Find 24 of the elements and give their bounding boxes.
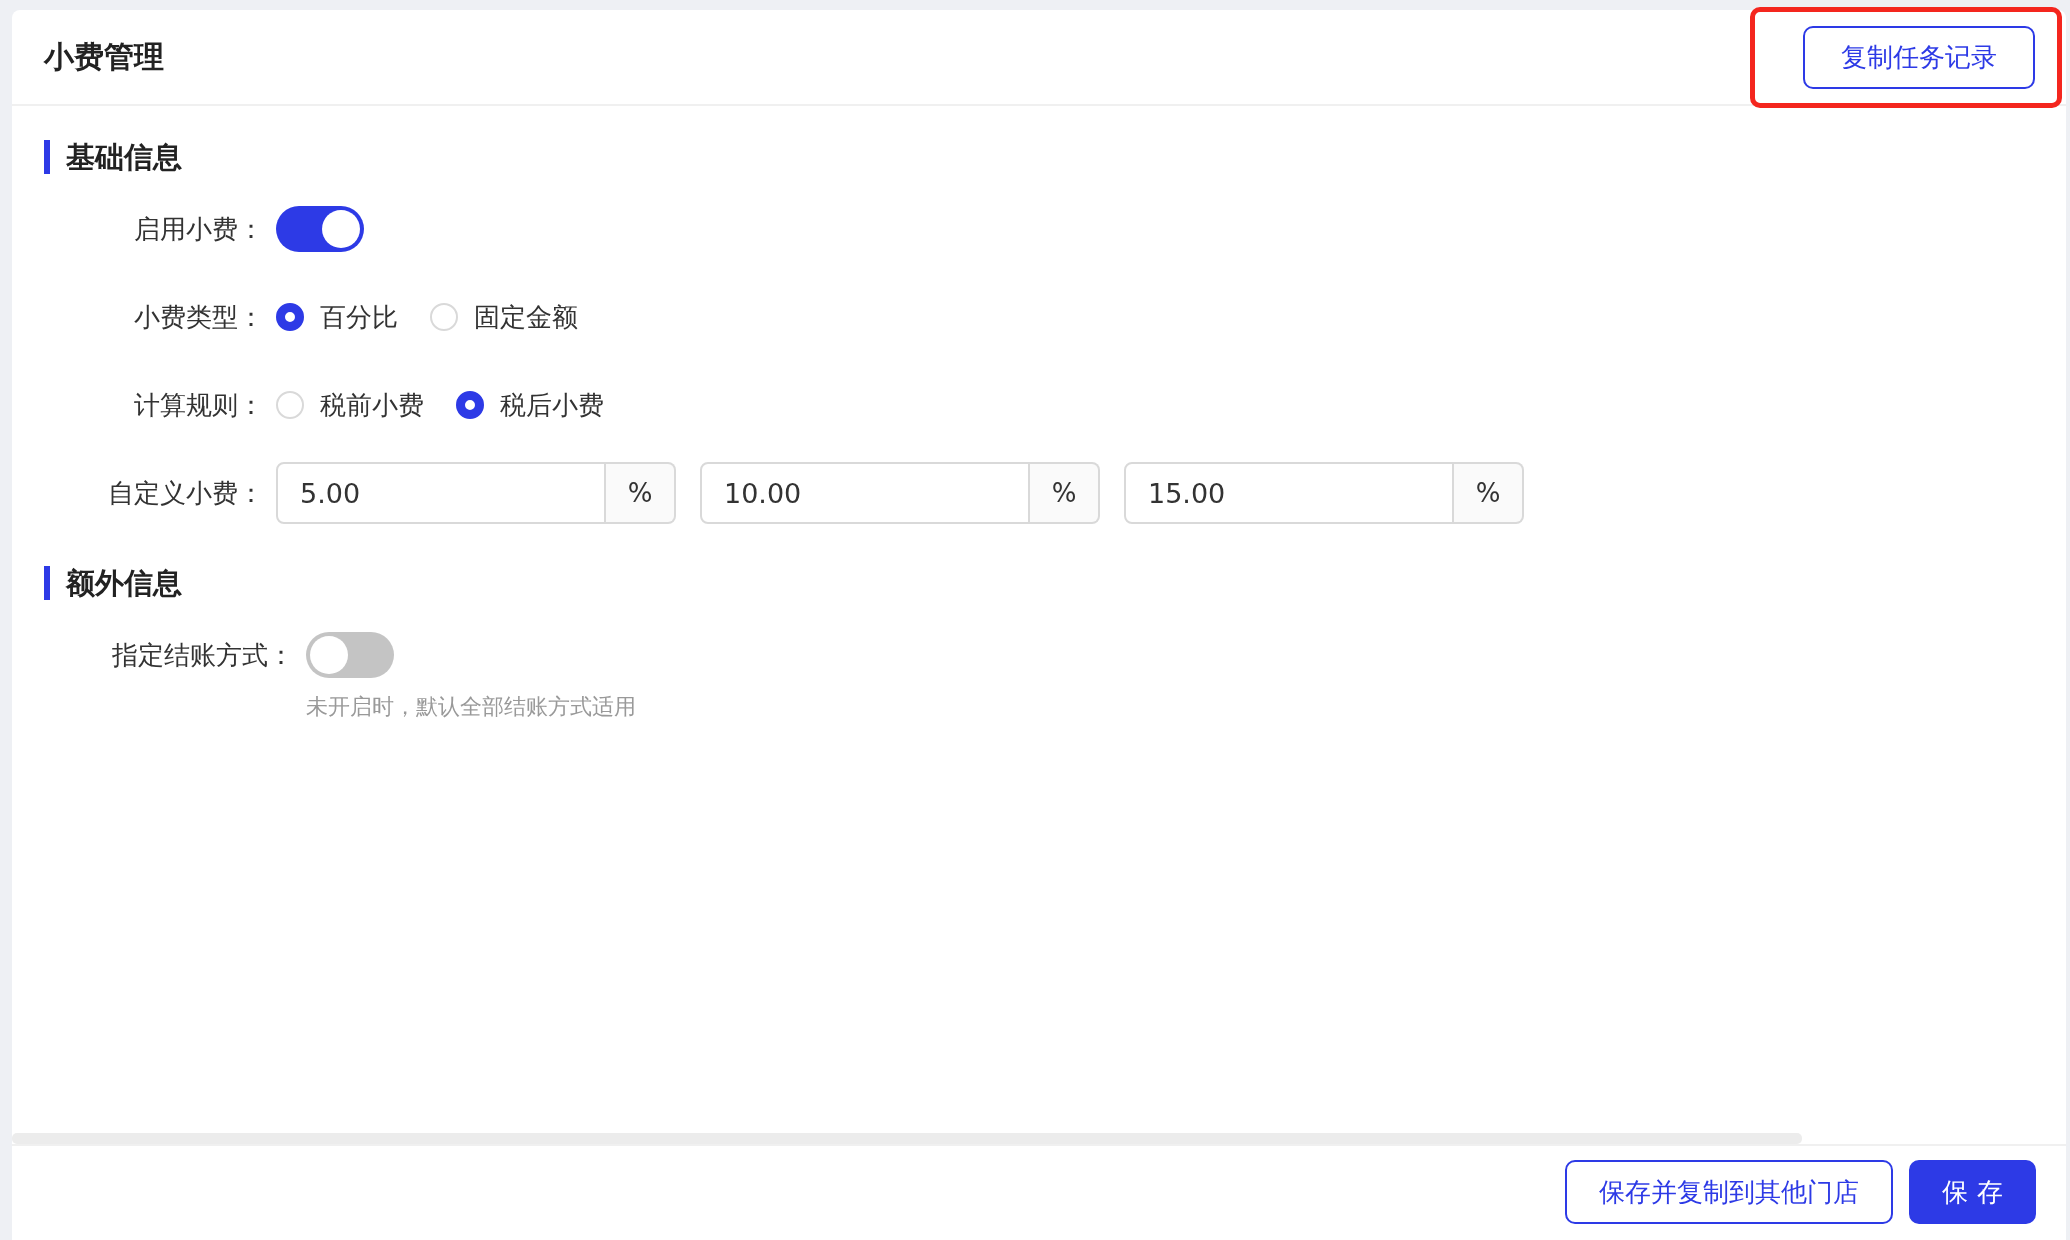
section-heading: 基础信息 bbox=[44, 140, 2066, 174]
radio-option[interactable]: 税前小费 bbox=[276, 382, 424, 428]
page-title: 小费管理 bbox=[44, 37, 164, 76]
input-field[interactable]: 15.00 bbox=[1124, 462, 1454, 524]
percent-suffix: % bbox=[1454, 462, 1524, 524]
radio-option[interactable]: 税后小费 bbox=[456, 382, 604, 428]
save-and-copy-button[interactable]: 保存并复制到其他门店 bbox=[1565, 1160, 1893, 1224]
field-label: 自定义小费： bbox=[107, 477, 264, 510]
input-field[interactable]: 10.00 bbox=[700, 462, 1030, 524]
copy-task-record-button[interactable]: 复制任务记录 bbox=[1803, 25, 2035, 89]
field-label: 指定结账方式： bbox=[111, 639, 294, 672]
toggle-switch[interactable] bbox=[276, 206, 364, 252]
field-label: 计算规则： bbox=[133, 389, 264, 422]
section-heading: 额外信息 bbox=[44, 566, 2066, 600]
input-field[interactable]: 5.00 bbox=[276, 462, 606, 524]
radio-option[interactable]: 固定金额 bbox=[430, 294, 578, 340]
field-label: 启用小费： bbox=[133, 213, 264, 246]
field-label: 小费类型： bbox=[133, 301, 264, 334]
percent-suffix: % bbox=[606, 462, 676, 524]
hint-text: 未开启时，默认全部结账方式适用 bbox=[306, 693, 636, 721]
save-button[interactable]: 保 存 bbox=[1909, 1160, 2036, 1224]
radio-option[interactable]: 百分比 bbox=[276, 294, 398, 340]
percent-suffix: % bbox=[1030, 462, 1100, 524]
toggle-switch[interactable] bbox=[306, 632, 394, 678]
